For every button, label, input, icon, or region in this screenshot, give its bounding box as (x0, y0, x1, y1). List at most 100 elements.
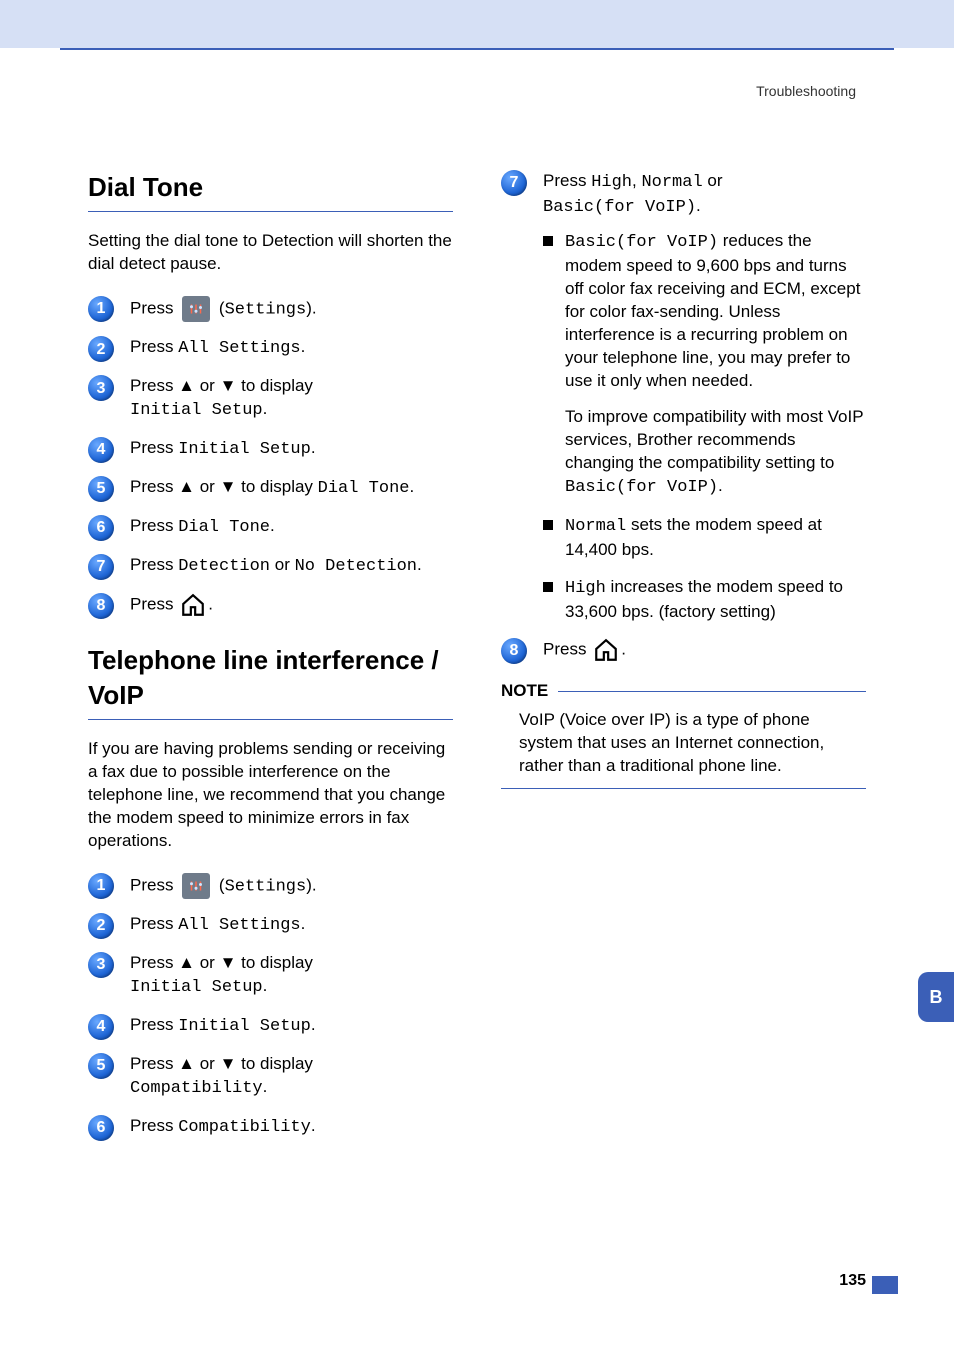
page-number: 135 (839, 1270, 866, 1292)
step-text: . (263, 976, 268, 995)
step-text: . (409, 477, 414, 496)
step-badge: 1 (88, 873, 114, 899)
step-text: Press (130, 337, 178, 356)
step-badge: 6 (88, 1115, 114, 1141)
step-text: Press (543, 171, 591, 190)
step-5: 5 Press ▲ or ▼ to display Compatibility. (88, 1053, 453, 1101)
step-text: ( (214, 875, 224, 894)
step-text: . (301, 337, 306, 356)
step-text: . (208, 594, 213, 613)
step-badge: 5 (88, 476, 114, 502)
step-text: . (696, 196, 701, 215)
step-text: Press (130, 298, 178, 317)
step-code: Dial Tone (178, 518, 270, 537)
step-badge: 8 (501, 638, 527, 664)
step-2: 2 Press All Settings. (88, 336, 453, 361)
note-rule (558, 691, 866, 692)
settings-icon (182, 873, 210, 899)
step-badge: 2 (88, 913, 114, 939)
step-3: 3 Press ▲ or ▼ to display Initial Setup. (88, 375, 453, 423)
step-badge: 7 (88, 554, 114, 580)
bullet-normal: Normal sets the modem speed at 14,400 bp… (543, 514, 866, 562)
step-text: . (263, 1077, 268, 1096)
bullet-basic: Basic(for VoIP) reduces the modem speed … (543, 230, 866, 500)
dial-tone-intro: Setting the dial tone to Detection will … (88, 230, 453, 276)
step-code: Dial Tone (318, 479, 410, 498)
bullet-para: To improve compatibility with most VoIP … (565, 406, 866, 500)
step-badge: 1 (88, 296, 114, 322)
step-text: Press ▲ or ▼ to display (130, 376, 313, 395)
page-top-band (0, 0, 954, 48)
step-code: Settings (225, 877, 307, 896)
bullet-code: High (565, 579, 606, 598)
step-1: 1 Press (Settings). (88, 296, 453, 322)
step-5: 5 Press ▲ or ▼ to display Dial Tone. (88, 476, 453, 501)
title-rule (88, 719, 453, 720)
step-2: 2 Press All Settings. (88, 913, 453, 938)
step-code: Initial Setup (178, 440, 311, 459)
settings-icon (182, 296, 210, 322)
bullet-code: Normal (565, 517, 626, 536)
step-3: 3 Press ▲ or ▼ to display Initial Setup. (88, 952, 453, 1000)
bullet-code: Basic(for VoIP) (565, 233, 718, 252)
step-text: . (301, 914, 306, 933)
step-code: High (591, 173, 632, 192)
step-text: . (270, 516, 275, 535)
step-text: . (311, 1116, 316, 1135)
step-6: 6 Press Compatibility. (88, 1115, 453, 1140)
note-head-row: NOTE (501, 680, 866, 703)
step-code: Initial Setup (130, 401, 263, 420)
step-text: Press ▲ or ▼ to display (130, 1054, 313, 1073)
note-rule (501, 788, 866, 789)
note-heading: NOTE (501, 680, 548, 703)
left-column: Dial Tone Setting the dial tone to Detec… (88, 170, 453, 1154)
step-text: . (311, 438, 316, 457)
bullet-text: reduces the modem speed to 9,600 bps and… (565, 231, 860, 390)
step-text: Press ▲ or ▼ to display (130, 477, 318, 496)
note-body: VoIP (Voice over IP) is a type of phone … (501, 703, 866, 788)
step-code: Normal (641, 173, 702, 192)
step-text: Press (130, 875, 178, 894)
bullet-text: To improve compatibility with most VoIP … (565, 407, 863, 472)
bullet-code: Basic(for VoIP) (565, 478, 718, 497)
bullet-text: . (718, 476, 723, 495)
step-code: Initial Setup (130, 978, 263, 997)
note-block: NOTE VoIP (Voice over IP) is a type of p… (501, 680, 866, 789)
step-text: . (311, 1015, 316, 1034)
step-text: ). (306, 298, 316, 317)
step-4: 4 Press Initial Setup. (88, 437, 453, 462)
step-text: or (270, 555, 295, 574)
voip-title: Telephone line interference / VoIP (88, 643, 453, 713)
home-icon (593, 638, 619, 662)
page-number-bar (872, 1276, 898, 1294)
step-badge: 4 (88, 1014, 114, 1040)
voip-intro: If you are having problems sending or re… (88, 738, 453, 853)
step-text: Press (130, 516, 178, 535)
step-badge: 4 (88, 437, 114, 463)
step-text: Press (130, 438, 178, 457)
step-code: Settings (225, 300, 307, 319)
step-7: 7 Press Detection or No Detection. (88, 554, 453, 579)
step-code: Compatibility (178, 1118, 311, 1137)
step-badge: 2 (88, 336, 114, 362)
step-1: 1 Press (Settings). (88, 873, 453, 899)
step-text: Press (130, 555, 178, 574)
step-text: ). (306, 875, 316, 894)
step-text: Press (130, 1015, 178, 1034)
step-code: Basic(for VoIP) (543, 198, 696, 217)
running-header: Troubleshooting (756, 82, 856, 101)
voip-steps: 1 Press (Settings). 2 Press All Settings… (88, 873, 453, 1140)
step-code: Compatibility (130, 1079, 263, 1098)
step-text: or (703, 171, 723, 190)
step-code: No Detection (295, 557, 417, 576)
bullet-text: increases the modem speed to 33,600 bps.… (565, 577, 843, 621)
step-badge: 3 (88, 952, 114, 978)
dial-tone-title: Dial Tone (88, 170, 453, 205)
step-text: . (417, 555, 422, 574)
step-badge: 6 (88, 515, 114, 541)
step-6: 6 Press Dial Tone. (88, 515, 453, 540)
step-text: Press (130, 594, 178, 613)
title-rule (88, 211, 453, 212)
step-text: Press (130, 1116, 178, 1135)
dial-tone-steps: 1 Press (Settings). 2 Press All Settings… (88, 296, 453, 617)
